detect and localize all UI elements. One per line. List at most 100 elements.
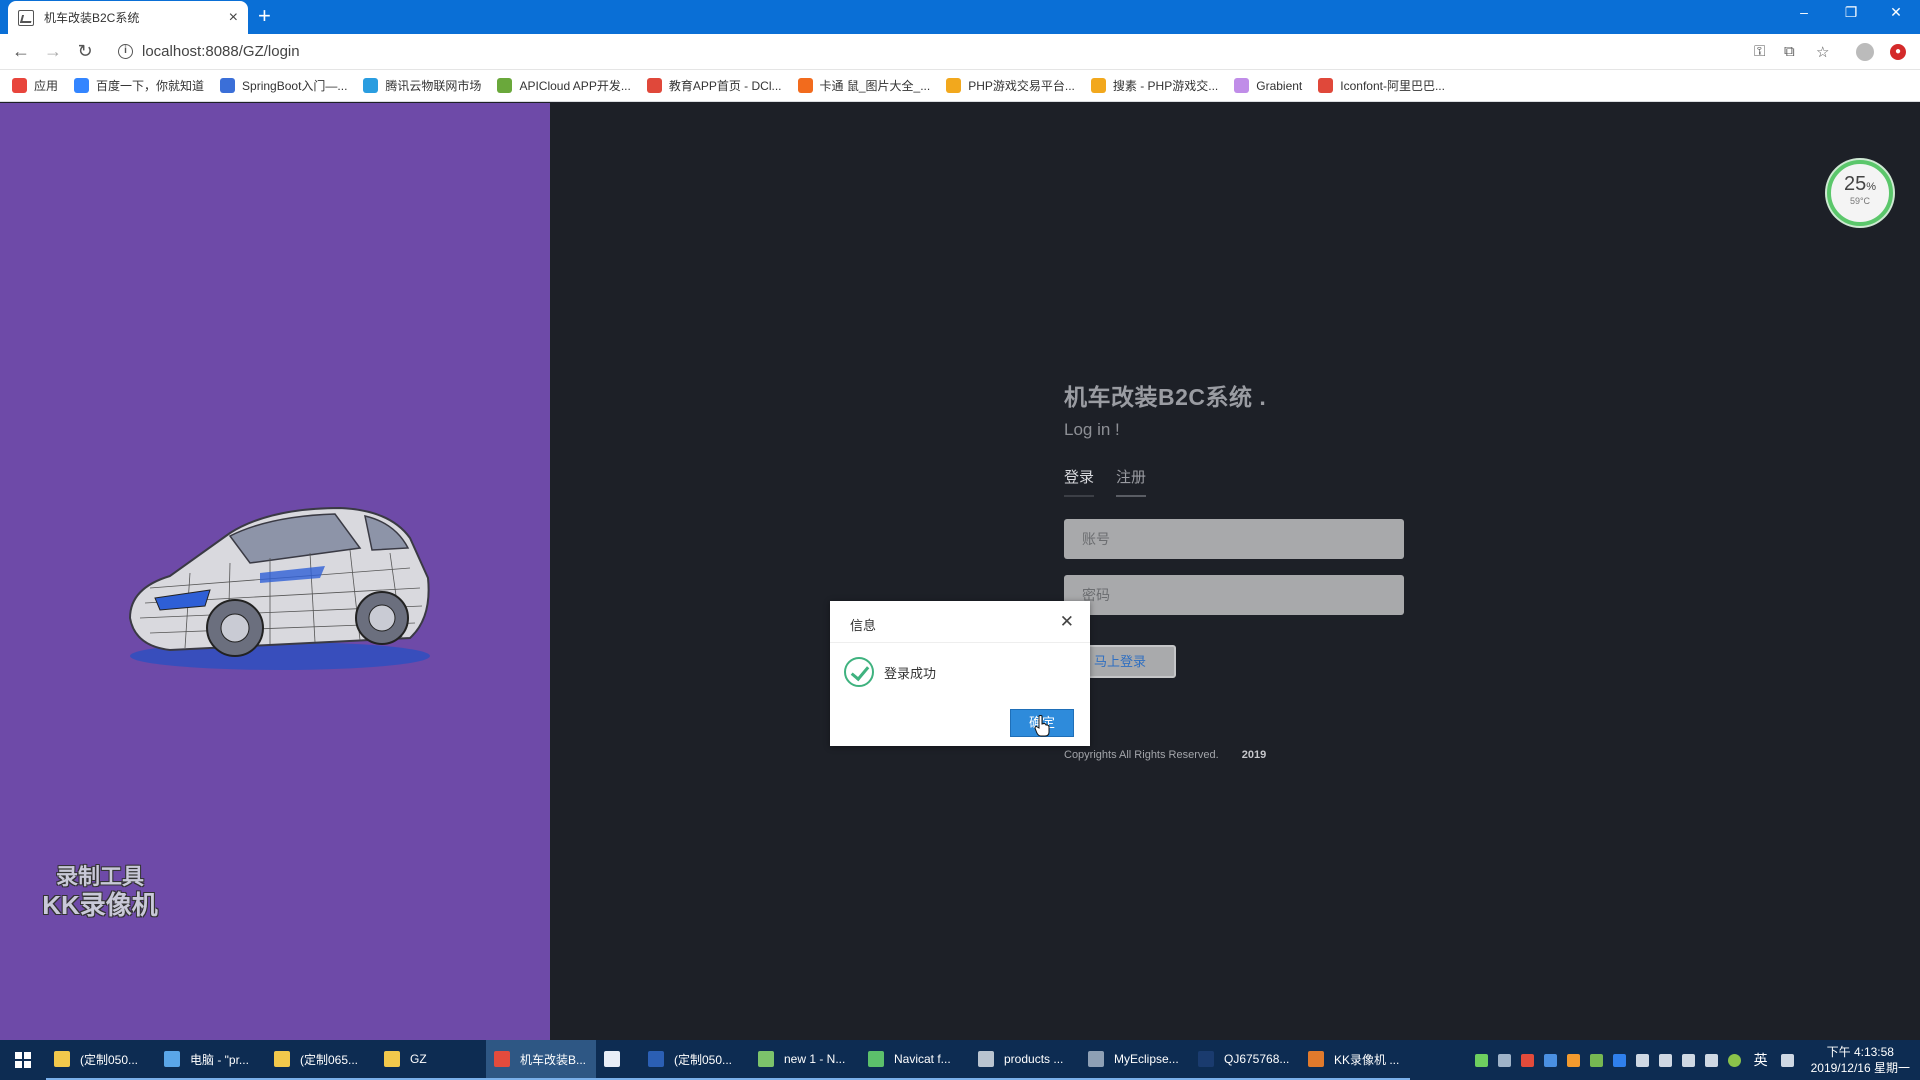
taskbar-item[interactable]: KK录像机 ... — [1300, 1040, 1410, 1080]
taskbar-item-label: 电脑 - "pr... — [190, 1052, 249, 1067]
ime-language-indicator[interactable]: 英 — [1754, 1050, 1768, 1070]
tab-register[interactable]: 注册 — [1116, 466, 1147, 497]
password-input[interactable]: 密码 — [1064, 575, 1404, 615]
network-icon[interactable] — [1658, 1053, 1672, 1067]
taskbar-item[interactable]: QJ675768... — [1190, 1040, 1300, 1080]
bookmark-label: 教育APP首页 - DCl... — [668, 79, 782, 93]
window-close-button[interactable]: ✕ — [1876, 4, 1916, 21]
taskbar-item[interactable]: (定制050... — [46, 1040, 156, 1080]
bookmark-item[interactable]: 卡通 鼠_图片大全_... — [797, 77, 930, 94]
php-icon — [946, 78, 962, 93]
windows-taskbar: (定制050... 电脑 - "pr... (定制065... GZ 机车改装B... (… — [0, 1040, 1920, 1080]
forward-arrow-icon[interactable]: → — [42, 41, 64, 62]
nvidia-icon[interactable] — [1589, 1053, 1603, 1067]
bookmark-item[interactable]: Iconfont-阿里巴巴... — [1318, 77, 1445, 94]
login-form: 机车改装B2C系统 . Log in ! 登录 注册 账号 密码 马上登录 — [1064, 378, 1424, 678]
baidu-icon — [74, 78, 90, 93]
bookmark-item[interactable]: 腾讯云物联网市场 — [363, 77, 481, 94]
eclipse-icon — [1088, 1051, 1104, 1067]
key-icon[interactable]: ⚿ — [1754, 43, 1765, 60]
cloud-sync-icon[interactable] — [1497, 1053, 1511, 1067]
recorder-tray-icon[interactable] — [1566, 1053, 1580, 1067]
database-icon — [978, 1051, 994, 1067]
page-content: 录制工具 KK录像机 25% 59°C 机车改装B2C系统 . Log in !… — [0, 103, 1920, 1040]
dcloud-icon — [646, 78, 662, 93]
bookmark-item[interactable]: 教育APP首页 - DCl... — [646, 77, 782, 94]
cpu-percent-sign: % — [1866, 181, 1877, 193]
bookmark-item[interactable]: 应用 — [12, 77, 58, 94]
taskbar-item-label: new 1 - N... — [784, 1052, 846, 1066]
security-shield-icon[interactable] — [1520, 1053, 1534, 1067]
apicloud-icon — [497, 78, 513, 93]
taskbar-item[interactable]: Navicat f... — [860, 1040, 970, 1080]
bookmark-item[interactable]: 搜素 - PHP游戏交... — [1090, 77, 1219, 94]
wifi-icon[interactable] — [1681, 1053, 1695, 1067]
tab-login[interactable]: 登录 — [1064, 466, 1095, 497]
login-tabs: 登录 注册 — [1064, 466, 1424, 497]
tab-title: 机车改装B2C系统 — [44, 11, 140, 25]
volume-icon[interactable] — [1704, 1053, 1718, 1067]
taskbar-item[interactable]: products ... — [970, 1040, 1080, 1080]
browser-tab[interactable]: 机车改装B2C系统 × — [8, 1, 248, 34]
tab-close-button[interactable]: × — [229, 9, 238, 27]
folder-icon — [54, 1051, 70, 1067]
taskbar-item[interactable]: (定制050... — [640, 1040, 750, 1080]
bookmarks-bar: 应用 百度一下，你就知道 SpringBoot入门—... 腾讯云物联网市场 APICl… — [0, 70, 1920, 102]
cpu-percent-value: 25 — [1843, 173, 1867, 195]
taskbar-item[interactable]: new 1 - N... — [750, 1040, 860, 1080]
dialog-close-icon[interactable]: ✕ — [1060, 612, 1074, 632]
system-clock[interactable]: 下午 4:13:58 2019/12/16 星期一 — [1811, 1044, 1910, 1076]
new-tab-button[interactable]: + — [258, 5, 271, 27]
account-input[interactable]: 账号 — [1064, 519, 1404, 559]
usb-icon[interactable] — [1635, 1053, 1649, 1067]
bookmark-label: Iconfont-阿里巴巴... — [1340, 79, 1445, 93]
translate-icon[interactable]: ⧉ — [1784, 43, 1795, 60]
cpu-usage-widget[interactable]: 25% 59°C — [1827, 160, 1893, 226]
taskbar-item[interactable] — [596, 1040, 640, 1080]
dialog-header: 信息 ✕ — [830, 601, 1090, 643]
start-button[interactable] — [0, 1040, 46, 1080]
bookmark-label: 搜素 - PHP游戏交... — [1112, 79, 1219, 93]
info-dialog: 信息 ✕ 登录成功 确定 — [830, 601, 1090, 746]
bookmark-item[interactable]: APICloud APP开发... — [497, 77, 631, 94]
taskbar-item[interactable]: MyEclipse... — [1080, 1040, 1190, 1080]
back-arrow-icon[interactable]: ← — [10, 41, 32, 62]
taskbar-item-label: GZ — [410, 1052, 427, 1066]
url-input[interactable]: localhost:8088/GZ/login — [142, 43, 300, 60]
vpn-icon[interactable] — [1543, 1053, 1557, 1067]
minimize-button[interactable]: – — [1784, 4, 1824, 20]
extension-icon[interactable]: ● — [1890, 44, 1906, 60]
bookmark-label: PHP游戏交易平台... — [968, 79, 1075, 93]
bookmark-star-icon[interactable]: ☆ — [1816, 43, 1829, 61]
taskbar-item-label: (定制050... — [80, 1052, 139, 1067]
system-tray: 英 下午 4:13:58 2019/12/16 星期一 — [1470, 1040, 1920, 1080]
bookmark-item[interactable]: 百度一下，你就知道 — [74, 77, 204, 94]
grabient-icon — [1234, 78, 1250, 93]
input-method-icon[interactable] — [1727, 1053, 1741, 1067]
profile-avatar-icon[interactable] — [1856, 43, 1874, 61]
reload-icon[interactable]: ↻ — [74, 41, 96, 62]
taskbar-item[interactable]: 电脑 - "pr... — [156, 1040, 266, 1080]
battery-icon[interactable] — [1474, 1053, 1488, 1067]
taskbar-item-label: MyEclipse... — [1114, 1052, 1179, 1066]
taskbar-item[interactable]: GZ — [376, 1040, 486, 1080]
bookmark-label: 腾讯云物联网市场 — [385, 79, 482, 93]
footer-text: Copyrights All Rights Reserved. — [1064, 749, 1219, 761]
taskbar-item-label: (定制050... — [674, 1052, 733, 1067]
bookmark-item[interactable]: PHP游戏交易平台... — [946, 77, 1075, 94]
bookmark-item[interactable]: SpringBoot入门—... — [220, 77, 347, 94]
restore-button[interactable]: ❐ — [1831, 4, 1871, 21]
clock-date: 2019/12/16 星期一 — [1810, 1061, 1910, 1075]
bluetooth-icon[interactable] — [1612, 1053, 1626, 1067]
watermark-line-1: 录制工具 — [55, 864, 144, 889]
taskbar-item[interactable]: (定制065... — [266, 1040, 376, 1080]
watermark-line-2: KK录像机 — [42, 890, 158, 920]
bookmark-item[interactable]: Grabient — [1234, 78, 1302, 93]
keyboard-icon[interactable] — [1780, 1053, 1794, 1067]
site-info-icon[interactable]: i — [118, 44, 133, 59]
taskbar-item-label: products ... — [1004, 1052, 1064, 1066]
taskbar-item-label: (定制065... — [300, 1052, 359, 1067]
bookmark-label: 百度一下，你就知道 — [96, 79, 205, 93]
taskbar-item-label: QJ675768... — [1224, 1052, 1290, 1066]
taskbar-item[interactable]: 机车改装B... — [486, 1040, 596, 1080]
